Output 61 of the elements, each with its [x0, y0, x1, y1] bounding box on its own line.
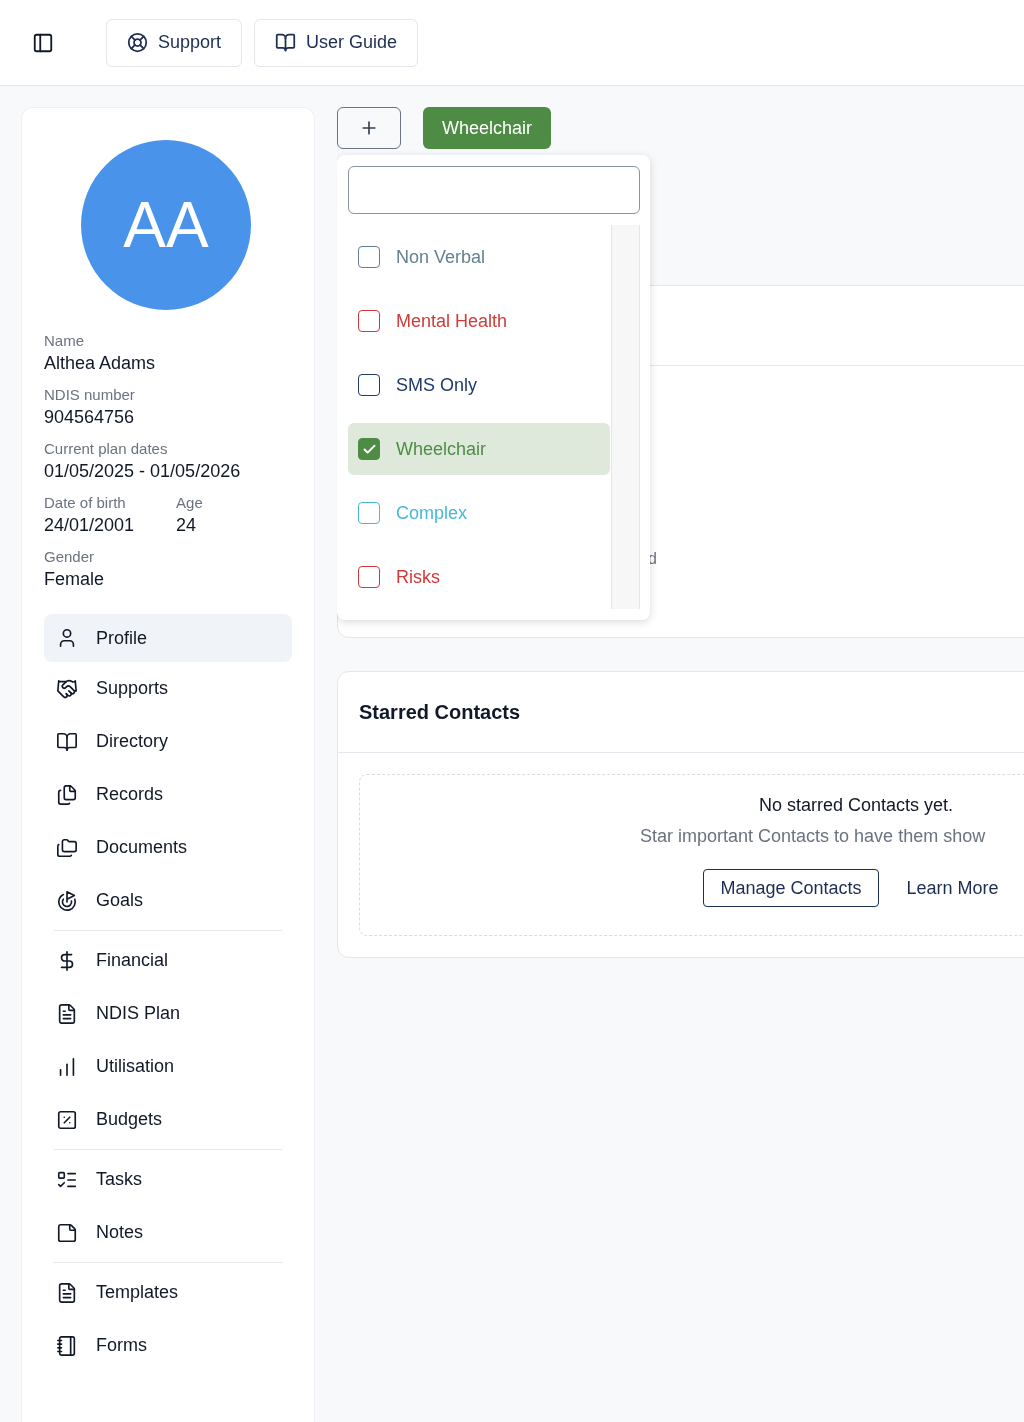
manage-contacts-button[interactable]: Manage Contacts: [703, 869, 879, 907]
tag-option[interactable]: Risks: [348, 545, 610, 609]
search-field[interactable]: [348, 166, 640, 214]
nav-item[interactable]: Profile: [44, 614, 292, 662]
nav-item[interactable]: NDIS Plan: [44, 987, 292, 1040]
document-icon: [56, 1281, 78, 1304]
field-value: 24: [176, 515, 198, 536]
avatar: AA: [81, 140, 251, 310]
field-value: 01/05/2025 - 01/05/2026: [44, 461, 241, 482]
checkbox[interactable]: [358, 310, 380, 332]
field-value: 904564756: [44, 407, 135, 428]
handshake-icon: [56, 677, 78, 700]
header-button[interactable]: User Guide: [254, 18, 419, 67]
note-icon: [56, 1221, 78, 1244]
document-icon: [56, 1002, 78, 1025]
book-icon: [56, 730, 78, 753]
lifebuoy-icon: [127, 32, 148, 53]
header-button[interactable]: Support: [106, 18, 243, 67]
field-label: NDIS number: [44, 386, 135, 403]
checkbox[interactable]: [358, 566, 380, 588]
nav-item[interactable]: Goals: [44, 874, 292, 927]
nav-item[interactable]: Tasks: [44, 1153, 292, 1206]
tag-chip: Wheelchair: [423, 107, 552, 149]
field-value: 24/01/2001: [44, 515, 135, 536]
sidebar-toggle-button[interactable]: [32, 31, 54, 54]
checkbox[interactable]: [358, 374, 380, 396]
tag-option[interactable]: Non Verbal: [348, 225, 610, 289]
field-label: Gender: [44, 548, 96, 565]
nav-item[interactable]: Notes: [44, 1206, 292, 1259]
field-label: Name: [44, 332, 85, 349]
nav-item[interactable]: Supports: [44, 662, 292, 715]
nav-item[interactable]: Forms: [44, 1319, 292, 1372]
checkbox[interactable]: [358, 502, 380, 524]
tag-option[interactable]: Mental Health: [348, 289, 610, 353]
nav-item[interactable]: Templates: [44, 1266, 292, 1319]
book-icon: [275, 32, 297, 53]
nav-item[interactable]: Documents: [44, 821, 292, 874]
learn-more-link[interactable]: Learn More: [896, 869, 1009, 907]
checkbox[interactable]: [358, 438, 380, 460]
empty-state-text: Star important Contacts to have them show: [640, 826, 986, 847]
nav-item[interactable]: Budgets: [44, 1093, 292, 1146]
nav-item[interactable]: Utilisation: [44, 1040, 292, 1093]
card-title: Starred Contacts: [359, 700, 521, 724]
files-icon: [56, 783, 78, 806]
field-value: Althea Adams: [44, 353, 156, 374]
field-value: Female: [44, 569, 105, 590]
add-tag-button[interactable]: [337, 107, 401, 149]
percent-icon: [56, 1108, 78, 1131]
field-label: Age: [176, 494, 203, 511]
empty-state-title: No starred Contacts yet.: [758, 795, 954, 816]
tag-option[interactable]: SMS Only: [348, 353, 610, 417]
field-label: Date of birth: [44, 494, 127, 511]
folders-icon: [56, 836, 78, 859]
scrollbar[interactable]: [612, 225, 640, 609]
nav-item[interactable]: Records: [44, 768, 292, 821]
nav-item[interactable]: Directory: [44, 715, 292, 768]
notebook-icon: [56, 1334, 78, 1357]
field-label: Current plan dates: [44, 440, 169, 457]
target-icon: [56, 889, 78, 912]
nav-item[interactable]: Financial: [44, 934, 292, 987]
checkbox[interactable]: [358, 246, 380, 268]
